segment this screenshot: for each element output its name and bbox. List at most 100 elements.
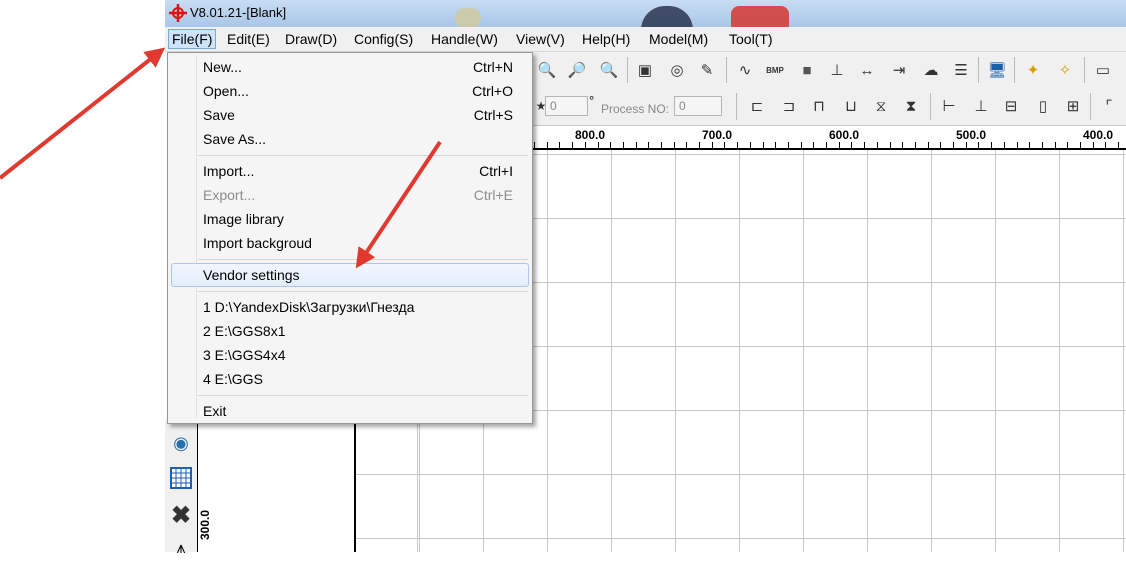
mirror-icon[interactable]: ⩚ <box>168 536 194 562</box>
zoom-out-icon[interactable]: 🔍 <box>598 59 620 81</box>
pen-icon[interactable]: ✎ <box>696 59 718 81</box>
zoom-in-icon[interactable]: 🔍 <box>536 59 558 81</box>
app-logo-icon <box>169 4 187 22</box>
menu-handle[interactable]: Handle(W) <box>429 31 500 47</box>
process-no-input[interactable]: 0 <box>674 96 722 116</box>
menu-item-save[interactable]: Save <box>203 107 235 123</box>
menu-item-open[interactable]: Open... <box>203 83 249 99</box>
ruler-label: 400.0 <box>1083 128 1114 142</box>
ruler-tick <box>686 142 687 148</box>
menu-item-exit[interactable]: Exit <box>203 403 226 419</box>
grid-center-icon[interactable]: ⊞ <box>1062 95 1084 117</box>
same-height-icon[interactable]: ⊥ <box>970 95 992 117</box>
shape-icon[interactable]: ☁ <box>920 59 942 81</box>
webcam-icon[interactable]: ◉ <box>168 430 194 456</box>
menu-item-import-background[interactable]: Import backgroud <box>203 235 312 251</box>
menu-item-recent-file[interactable]: 4 E:\GGS <box>203 371 263 387</box>
zoom-fit-icon[interactable]: 🔎 <box>566 59 588 81</box>
ruler-tick <box>877 142 878 148</box>
ruler-tick <box>623 142 624 148</box>
ruler-tick <box>750 142 751 148</box>
menu-help[interactable]: Help(H) <box>580 31 632 47</box>
menu-separator <box>198 155 528 156</box>
corner-icon[interactable]: ⌜ <box>1098 95 1120 117</box>
nest-all-icon[interactable]: ✧ <box>1054 59 1076 81</box>
ruler-tick <box>674 142 675 148</box>
ruler-tick <box>813 142 814 148</box>
device-icon[interactable]: ▭ <box>1092 59 1114 81</box>
ruler-tick <box>1118 142 1119 148</box>
process-no-label: Process NO: <box>601 102 670 116</box>
ruler-tick <box>788 142 789 148</box>
bitmap-icon[interactable]: BMP <box>764 59 786 81</box>
nest-icon[interactable]: ✦ <box>1022 59 1044 81</box>
horizontal-ruler: 800.0 700.0 600.0 500.0 400.0 <box>530 126 1126 150</box>
layer-list-icon[interactable]: ☰ <box>950 59 972 81</box>
ruler-tick <box>648 142 649 148</box>
ruler-tick <box>699 142 700 148</box>
menu-view[interactable]: View(V) <box>514 31 567 47</box>
vertical-ruler: 300.0 <box>197 420 219 552</box>
distribute-v-icon[interactable]: ▯ <box>1032 95 1054 117</box>
ruler-tick <box>915 142 916 148</box>
left-toolbar: ◉ ✖ ⩚ <box>165 420 197 557</box>
align-left-icon[interactable]: ⊏ <box>746 95 768 117</box>
ruler-tick <box>572 142 573 148</box>
ruler-tick <box>763 142 764 148</box>
menu-edit[interactable]: Edit(E) <box>225 31 272 47</box>
monitor-icon[interactable]: 🖥 <box>986 59 1008 81</box>
tree-icon[interactable]: ⊥ <box>826 59 848 81</box>
align-top-icon[interactable]: ⊓ <box>808 95 830 117</box>
ruler-tick <box>598 142 599 148</box>
horizontal-align-icon[interactable]: ⇥ <box>888 59 910 81</box>
ruler-label: 800.0 <box>575 128 606 142</box>
align-right-icon[interactable]: ⊐ <box>778 95 800 117</box>
node-edit-icon[interactable]: ◎ <box>666 59 688 81</box>
align-bottom-icon[interactable]: ⊔ <box>840 95 862 117</box>
ruler-tick <box>1017 142 1018 148</box>
menu-model[interactable]: Model(M) <box>647 31 710 47</box>
taskbar-thumbnail <box>455 8 481 28</box>
rectangle-select-icon[interactable]: ▣ <box>634 59 656 81</box>
ruler-tick <box>928 142 929 148</box>
menu-draw[interactable]: Draw(D) <box>283 31 339 47</box>
distribute-h-icon[interactable]: ⊟ <box>1000 95 1022 117</box>
menu-item-save-as[interactable]: Save As... <box>203 131 266 147</box>
menu-tool[interactable]: Tool(T) <box>727 31 775 47</box>
menu-item-import[interactable]: Import... <box>203 163 254 179</box>
same-width-icon[interactable]: ⊢ <box>938 95 960 117</box>
ruler-tick <box>940 142 941 148</box>
menu-item-vendor-settings[interactable]: Vendor settings <box>203 267 300 283</box>
fill-rectangle-icon[interactable]: ■ <box>796 59 818 81</box>
curve-icon[interactable]: ∿ <box>734 59 756 81</box>
ruler-tick <box>953 142 954 148</box>
ruler-tick <box>1029 142 1030 148</box>
shortcut-open: Ctrl+O <box>472 83 513 99</box>
shortcut-new: Ctrl+N <box>472 59 513 75</box>
ruler-label: 500.0 <box>956 128 987 142</box>
angle-input[interactable]: 0 <box>545 96 588 116</box>
menu-config[interactable]: Config(S) <box>352 31 415 47</box>
menu-separator <box>198 291 528 292</box>
horizontal-measure-icon[interactable]: ↔ <box>856 59 878 81</box>
menu-item-recent-file[interactable]: 1 D:\YandexDisk\Загрузки\Гнезда <box>203 299 414 315</box>
menu-item-recent-file[interactable]: 2 E:\GGS8x1 <box>203 323 285 339</box>
ruler-tick <box>826 142 827 148</box>
menu-item-new[interactable]: New... <box>203 59 242 75</box>
menu-item-export: Export... <box>203 187 256 203</box>
delete-icon[interactable]: ✖ <box>168 502 194 529</box>
menu-file[interactable]: File(F) <box>168 29 217 49</box>
vertical-ruler-label: 300.0 <box>198 509 212 540</box>
ruler-tick <box>801 142 802 148</box>
menu-item-recent-file[interactable]: 3 E:\GGS4x4 <box>203 347 285 363</box>
align-center-h-icon[interactable]: ⧖ <box>870 95 892 117</box>
file-menu-dropdown: New... Ctrl+N Open... Ctrl+O Save Ctrl+S… <box>167 52 533 424</box>
grid-icon[interactable] <box>168 465 194 491</box>
ruler-tick <box>775 142 776 148</box>
align-center-v-icon[interactable]: ⧗ <box>900 95 922 117</box>
menu-bar: File(F) Edit(E) Draw(D) Config(S) Handle… <box>165 27 1126 52</box>
ruler-tick <box>1105 142 1106 148</box>
ruler-tick <box>991 142 992 148</box>
ruler-tick <box>902 142 903 148</box>
menu-item-image-library[interactable]: Image library <box>203 211 284 227</box>
